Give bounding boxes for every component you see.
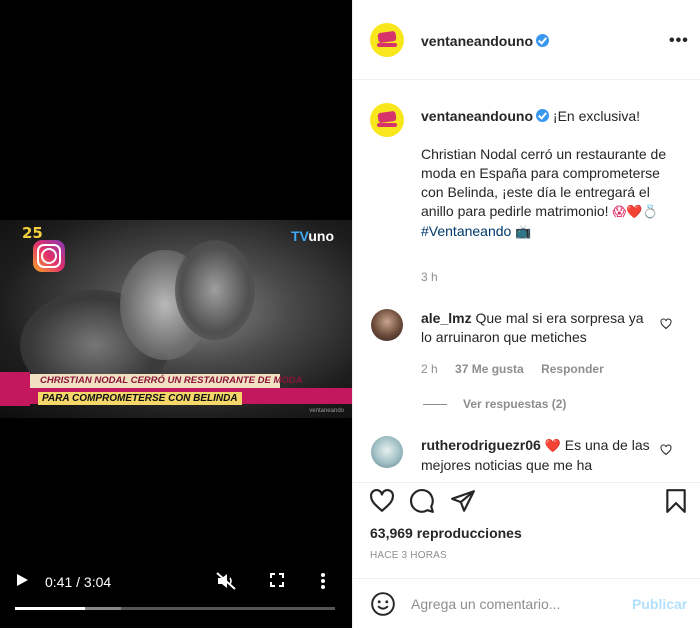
comment-composer: Publicar [353,578,700,628]
replies-divider [423,404,447,406]
video-progress-bar[interactable] [15,607,335,610]
tv-azteca-uno-logo: TVuno [290,228,334,244]
caption-emojis: 😱❤️💍 [612,205,659,220]
post-caption: ventaneandouno ¡En exclusiva! Christian … [421,107,681,261]
video-controls: 0:41 / 3:04 [0,566,352,606]
comment-icon[interactable] [409,488,435,514]
avatar[interactable] [370,23,404,57]
share-icon[interactable] [450,488,476,514]
fullscreen-icon[interactable] [270,573,284,587]
tv-emoji: 📺 [515,225,532,240]
commenter-avatar[interactable] [371,309,403,341]
instagram-logo-icon [33,240,65,272]
view-replies-button[interactable]: Ver respuestas (2) [423,397,566,411]
video-frame[interactable]: 25 TVuno CHRISTIAN NODAL CERRÓ UN RESTAU… [0,220,352,418]
play-icon[interactable] [17,574,28,586]
bookmark-icon[interactable] [663,488,689,514]
verified-badge-icon [536,109,550,122]
emoji-icon[interactable] [370,591,396,617]
video-watermark: ventaneando [309,408,344,414]
comment-likes[interactable]: 37 Me gusta [455,362,524,376]
post-header: ventaneandouno ••• [353,0,700,80]
post-details-panel: ventaneandouno ••• ventaneandouno ¡En ex… [352,0,700,628]
video-time: 0:41 / 3:04 [45,574,112,590]
video-scene-man [175,240,255,340]
post-actions: 63,969 reproducciones HACE 3 HORAS [353,482,700,578]
comment-author[interactable]: rutherodriguezr06 [421,437,541,453]
comment-emoji: ❤️ [544,439,561,454]
heart-icon[interactable] [369,488,395,514]
caption-timestamp[interactable]: 3 h [421,270,438,284]
comment-meta: 2 h 37 Me gusta Responder [421,362,618,376]
banner-stripe [0,372,30,406]
more-horizontal-icon[interactable]: ••• [669,32,689,50]
comment-item: ale_lmz Que mal si era sorpresa ya lo ar… [421,309,656,347]
reply-button[interactable]: Responder [541,362,604,376]
post-author[interactable]: ventaneandouno [421,33,550,51]
verified-badge-icon [536,34,550,47]
comment-item: rutherodriguezr06 ❤️ Es una de las mejor… [421,436,656,475]
hashtag-link[interactable]: #Ventaneando [421,223,511,239]
comments-section: ventaneandouno ¡En exclusiva! Christian … [353,80,700,482]
video-progress-fill [15,607,86,610]
mute-icon[interactable] [216,572,236,590]
comment-author[interactable]: ale_lmz [421,310,472,326]
video-options-icon[interactable] [320,572,326,590]
post-timestamp[interactable]: HACE 3 HORAS [370,550,447,561]
video-player[interactable]: 25 TVuno CHRISTIAN NODAL CERRÓ UN RESTAU… [0,0,352,628]
news-banner-subheadline: PARA COMPROMETERSE CON BELINDA [30,388,352,405]
comment-input[interactable] [411,591,631,617]
comment-time[interactable]: 2 h [421,362,438,376]
comment-like-icon[interactable] [660,444,672,456]
caption-intro: ¡En exclusiva! [552,108,641,124]
news-banner-headline: CHRISTIAN NODAL CERRÓ UN RESTAURANTE DE … [30,374,302,388]
commenter-avatar[interactable] [371,436,403,468]
publish-button[interactable]: Publicar [632,591,687,617]
caption-avatar[interactable] [370,103,404,137]
comment-like-icon[interactable] [660,318,672,330]
caption-author[interactable]: ventaneandouno [421,108,533,124]
view-count[interactable]: 63,969 reproducciones [370,525,522,541]
